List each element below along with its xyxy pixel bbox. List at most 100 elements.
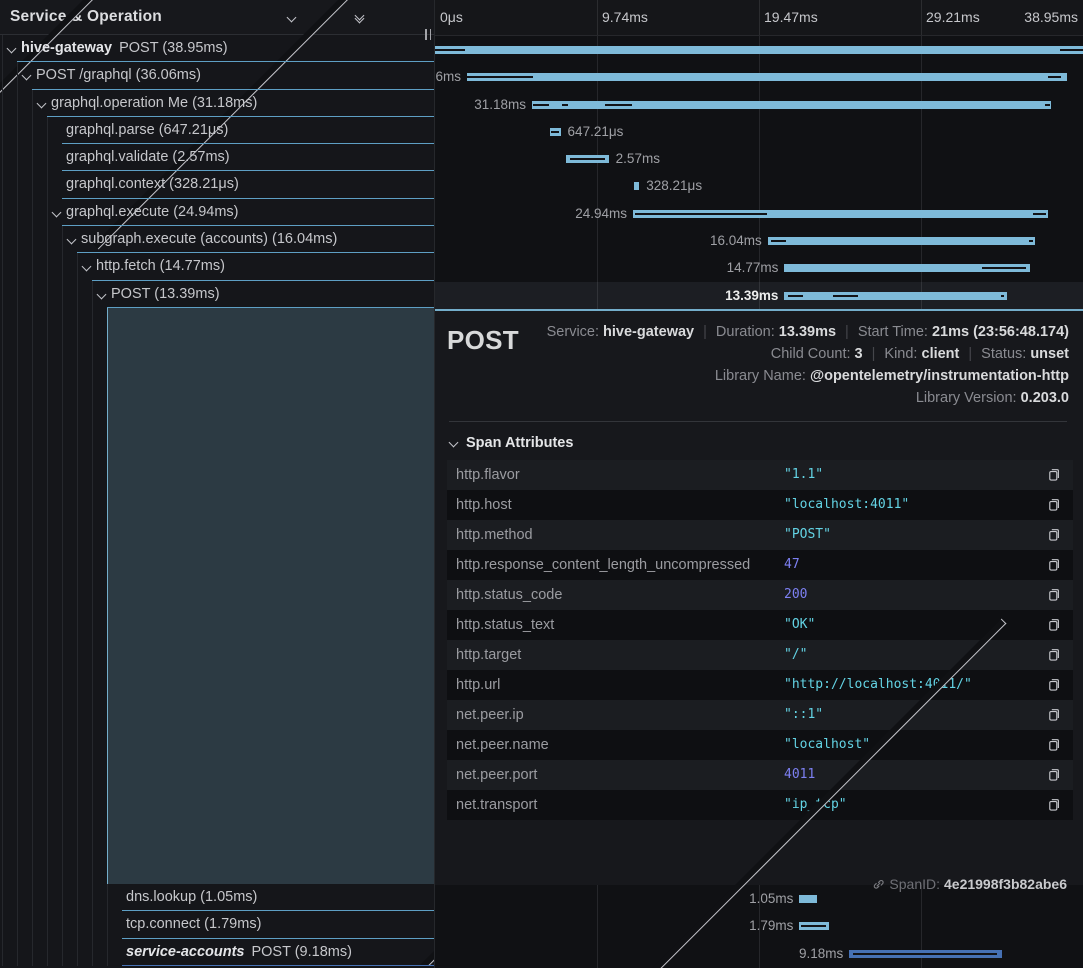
attribute-value: "OK" [784, 617, 1045, 632]
span-attributes-toggle[interactable]: Span Attributes [450, 435, 1069, 451]
attribute-key: http.host [456, 497, 784, 513]
span-bar-row[interactable]: 31.18ms [435, 91, 1083, 118]
span-bar-row[interactable]: 9.18ms [435, 940, 1083, 967]
copy-icon[interactable] [1045, 796, 1063, 814]
span-bar-row[interactable] [435, 36, 1083, 63]
indent-guide [2, 884, 3, 911]
copy-icon[interactable] [1045, 646, 1063, 664]
indent-guide [62, 884, 63, 911]
attribute-row: http.status_text"OK" [447, 610, 1073, 640]
span-duration-bar[interactable] [849, 950, 1002, 958]
span-duration-bar[interactable] [633, 210, 1048, 218]
attribute-row: http.host"localhost:4011" [447, 490, 1073, 520]
chevron-down-icon[interactable] [97, 289, 107, 299]
copy-icon[interactable] [1045, 766, 1063, 784]
indent-guide [47, 939, 48, 966]
attribute-key: net.peer.ip [456, 707, 784, 723]
span-duration-label: 647.21μs [568, 118, 624, 145]
attribute-value: "1.1" [784, 467, 1045, 482]
chevron-down-icon[interactable] [82, 262, 92, 272]
row-underline [122, 965, 434, 966]
separator: | [845, 324, 849, 340]
span-tree-row[interactable]: graphql.execute (24.94ms) [0, 199, 434, 226]
indent-guide [62, 253, 63, 280]
copy-icon[interactable] [1045, 526, 1063, 544]
span-tree-row[interactable]: subgraph.execute (accounts) (16.04ms) [0, 226, 434, 253]
span-duration-bar[interactable] [768, 237, 1035, 245]
indent-guide [2, 199, 3, 226]
span-duration-bar[interactable] [784, 264, 1030, 272]
chevron-down-icon[interactable] [22, 71, 32, 81]
span-tree-row[interactable]: service-accountsPOST (9.18ms) [0, 939, 434, 966]
span-tree-row[interactable]: graphql.parse (647.21μs) [0, 117, 434, 144]
span-tree-row[interactable]: hive-gatewayPOST (38.95ms) [0, 35, 434, 62]
overview-label: Duration: [716, 324, 779, 340]
span-tree-row[interactable]: http.fetch (14.77ms) [0, 253, 434, 280]
span-bar-row[interactable]: 2.57ms [435, 145, 1083, 172]
span-bar-row[interactable]: 1.79ms [435, 912, 1083, 939]
indent-guide [17, 62, 18, 89]
separator: | [703, 324, 707, 340]
copy-icon[interactable] [1045, 556, 1063, 574]
indent-guide [92, 884, 93, 911]
copy-icon[interactable] [1045, 466, 1063, 484]
chevron-down-icon[interactable] [37, 98, 47, 108]
span-duration-bar[interactable] [550, 128, 561, 136]
indent-guide [47, 117, 48, 144]
copy-icon[interactable] [1045, 616, 1063, 634]
indent-guide [17, 308, 18, 884]
resource-attributes-row[interactable]: Resource Attributes: host.arch=arm64|hos… [450, 835, 1069, 867]
span-bar-row[interactable]: 36.06ms [435, 63, 1083, 90]
span-bar-row[interactable]: 13.39ms [435, 282, 1083, 309]
link-icon[interactable] [872, 878, 885, 891]
span-tree-row[interactable]: graphql.operation Me (31.18ms) [0, 90, 434, 117]
span-name: tcp.connect (1.79ms) [126, 911, 261, 938]
indent-guide [17, 90, 18, 117]
span-duration-bar[interactable] [799, 895, 816, 903]
span-duration-bar[interactable] [634, 182, 639, 190]
indent-guide [17, 144, 18, 171]
child-span-mark [1001, 295, 1003, 297]
span-duration-bar[interactable] [799, 922, 829, 930]
copy-icon[interactable] [1045, 736, 1063, 754]
span-bar-row[interactable]: 24.94ms [435, 200, 1083, 227]
span-tree-row[interactable]: POST (13.39ms) [0, 281, 434, 308]
indent-guide [32, 171, 33, 198]
span-duration-label: 31.18ms [474, 91, 526, 118]
span-duration-bar[interactable] [532, 101, 1051, 109]
span-tree-row[interactable]: tcp.connect (1.79ms) [0, 911, 434, 938]
chevron-down-icon[interactable] [7, 44, 17, 54]
attribute-key: net.peer.name [456, 737, 784, 753]
indent-guide [2, 144, 3, 171]
indent-guide [17, 171, 18, 198]
copy-icon[interactable] [1045, 586, 1063, 604]
copy-icon[interactable] [1045, 496, 1063, 514]
overview-label: Start Time: [858, 324, 932, 340]
span-duration-bar[interactable] [566, 155, 609, 163]
span-bar-row[interactable]: 14.77ms [435, 254, 1083, 281]
chevron-down-icon[interactable] [67, 235, 77, 245]
copy-icon[interactable] [1045, 706, 1063, 724]
span-duration-bar[interactable] [784, 292, 1007, 300]
span-tree-row[interactable]: POST /graphql (36.06ms) [0, 62, 434, 89]
span-tree-row[interactable]: graphql.context (328.21μs) [0, 171, 434, 198]
indent-guide [107, 939, 108, 966]
copy-icon[interactable] [1045, 676, 1063, 694]
span-bar-row[interactable]: 647.21μs [435, 118, 1083, 145]
span-duration-bar[interactable] [435, 46, 1083, 54]
span-duration-bar[interactable] [467, 73, 1067, 81]
attribute-value: "POST" [784, 527, 1045, 542]
span-overview: Service: hive-gateway|Duration: 13.39ms|… [547, 321, 1069, 409]
expand-all-icon[interactable] [384, 8, 402, 26]
child-span-mark [533, 104, 550, 106]
indent-guide [47, 911, 48, 938]
span-bar-row[interactable]: 16.04ms [435, 227, 1083, 254]
span-name: POST (13.39ms) [111, 281, 220, 308]
span-tree-row[interactable]: dns.lookup (1.05ms) [0, 884, 434, 911]
span-tree-row[interactable]: graphql.validate (2.57ms) [0, 144, 434, 171]
span-name: graphql.execute (24.94ms) [66, 199, 239, 226]
span-bar-row[interactable]: 328.21μs [435, 172, 1083, 199]
chevron-down-icon[interactable] [52, 207, 62, 217]
indent-guide [2, 171, 3, 198]
indent-guide [32, 281, 33, 308]
